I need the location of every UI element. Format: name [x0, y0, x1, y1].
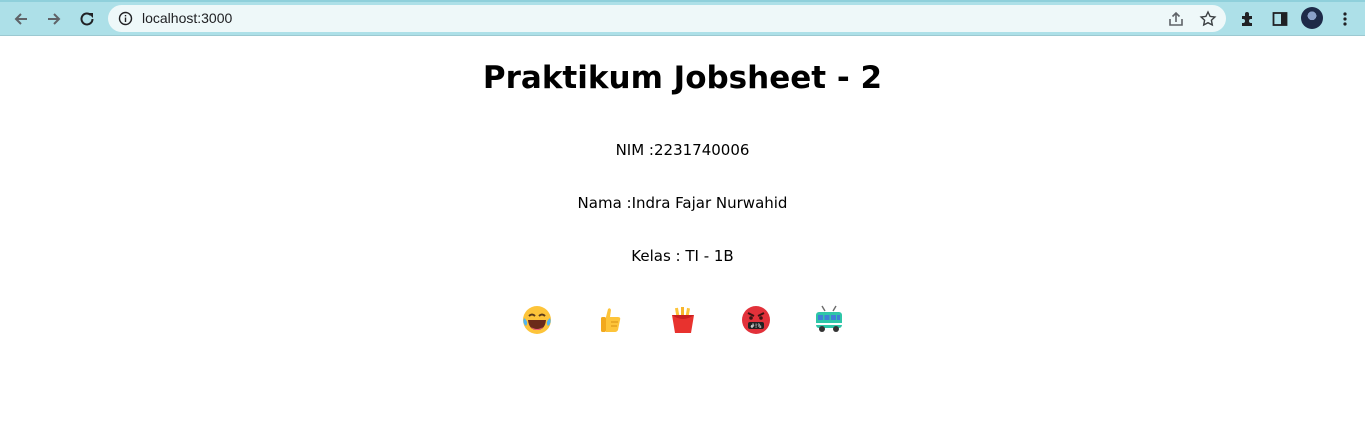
url-text: localhost:3000 — [142, 10, 233, 26]
nama-text: Nama :Indra Fajar Nurwahid — [577, 194, 788, 212]
laughing-tears-emoji-icon — [521, 304, 553, 336]
kelas-text: Kelas : TI - 1B — [631, 247, 734, 265]
forward-icon[interactable] — [43, 8, 65, 30]
extensions-icon[interactable] — [1238, 9, 1258, 29]
share-icon[interactable] — [1167, 10, 1185, 28]
emoji-row: #!% — [0, 304, 1365, 336]
address-bar[interactable]: localhost:3000 — [108, 5, 1226, 32]
thumbs-up-emoji-icon — [594, 304, 626, 336]
nim-text: NIM :2231740006 — [615, 141, 750, 159]
bookmark-star-icon[interactable] — [1199, 10, 1217, 28]
browser-toolbar: localhost:3000 — [0, 0, 1365, 36]
page-title: Praktikum Jobsheet - 2 — [482, 60, 883, 96]
site-info-icon[interactable] — [118, 11, 133, 26]
profile-avatar[interactable] — [1301, 7, 1323, 29]
cursing-face-emoji-icon: #!% — [740, 304, 772, 336]
trolleybus-emoji-icon — [813, 304, 845, 336]
menu-kebab-icon[interactable] — [1335, 9, 1355, 29]
reload-icon[interactable] — [76, 8, 98, 30]
svg-text:#!%: #!% — [750, 323, 761, 330]
fries-emoji-icon — [667, 304, 699, 336]
back-icon[interactable] — [10, 8, 32, 30]
side-panel-icon[interactable] — [1270, 9, 1290, 29]
